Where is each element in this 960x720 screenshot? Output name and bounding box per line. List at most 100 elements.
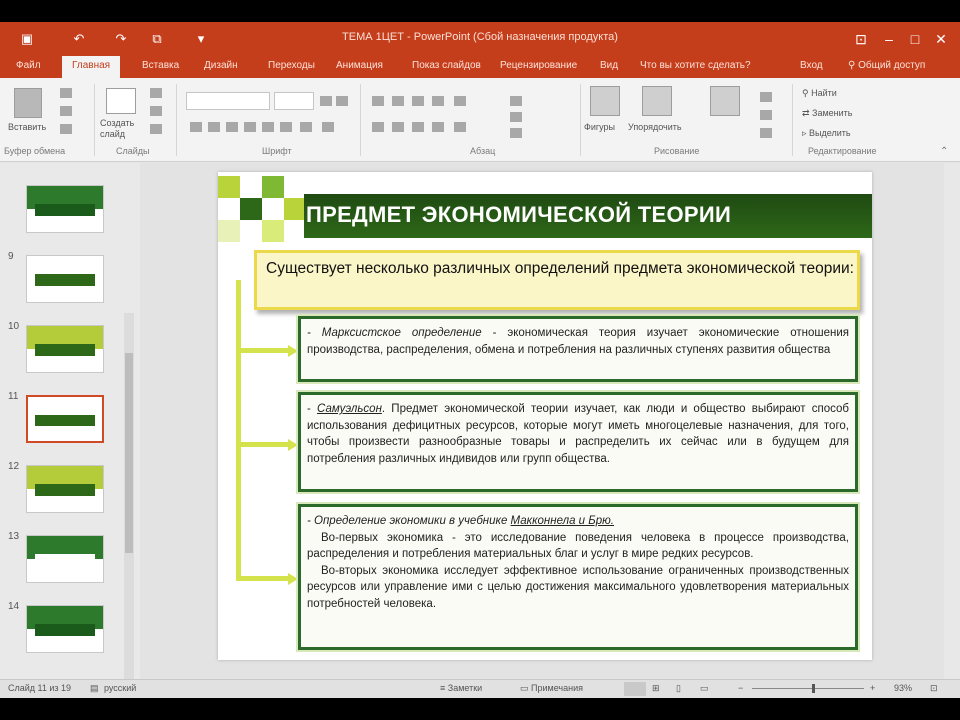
arrange-icon[interactable] (642, 86, 672, 116)
replace-button[interactable]: ⇄ Заменить (802, 108, 853, 119)
smartart-icon[interactable] (510, 128, 522, 138)
tab-file[interactable]: Файл (16, 60, 41, 71)
notes-button[interactable]: ≡ Заметки (440, 683, 482, 693)
zoom-level[interactable]: 93% (894, 683, 912, 693)
shapes-icon[interactable] (590, 86, 620, 116)
paste-icon[interactable] (14, 88, 42, 118)
tab-insert[interactable]: Вставка (142, 60, 179, 71)
section-icon[interactable] (150, 124, 162, 134)
zoom-out-icon[interactable]: − (738, 683, 743, 693)
font-size-box[interactable] (274, 92, 314, 110)
thumbnails-scrollbar[interactable] (124, 313, 134, 693)
maximize-icon[interactable]: □ (902, 28, 928, 50)
paste-button-label: Вставить (8, 122, 47, 132)
close-icon[interactable]: ✕ (928, 28, 954, 50)
reset-icon[interactable] (150, 106, 162, 116)
comments-button[interactable]: ▭ Примечания (520, 683, 583, 694)
select-icon: ▹ (802, 128, 810, 138)
thumbnail-band (34, 204, 96, 216)
slide-11[interactable]: ПРЕДМЕТ ЭКОНОМИЧЕСКОЙ ТЕОРИИ Существует … (218, 172, 872, 660)
layout-icon[interactable] (150, 88, 162, 98)
tab-transitions[interactable]: Переходы (268, 60, 315, 71)
title-bar: ▣ ↶ ↷ ⧉ ▾ ТЕМА 1ЦЕТ - PowerPoint (Сбой н… (0, 22, 960, 56)
align-left-icon[interactable] (372, 122, 384, 132)
canvas-scrollbar[interactable] (944, 163, 960, 679)
slide-thumbnail[interactable] (26, 465, 104, 513)
bullets-icon[interactable] (372, 96, 384, 106)
decrease-font-icon[interactable] (336, 96, 348, 106)
select-button[interactable]: ▹ Выделить (802, 128, 851, 139)
language-indicator[interactable]: русский (104, 683, 136, 693)
definition-box-marxist[interactable]: - Марксистское определение - экономическ… (298, 316, 858, 382)
find-button[interactable]: ⚲ Найти (802, 88, 837, 99)
shadow-icon[interactable] (262, 122, 274, 132)
tell-me-search[interactable]: Что вы хотите сделать? (640, 60, 751, 71)
ribbon-display-icon[interactable]: ⊡ (848, 28, 874, 50)
quick-styles-icon[interactable] (710, 86, 740, 116)
spacing-icon[interactable] (280, 122, 292, 132)
definition-box-mcconnell[interactable]: - Определение экономики в учебнике Макко… (298, 504, 858, 650)
underline-icon[interactable] (226, 122, 238, 132)
fit-slide-icon[interactable]: ⊡ (930, 683, 938, 694)
font-name-box[interactable] (186, 92, 270, 110)
decor-square (218, 220, 240, 242)
italic-icon[interactable] (208, 122, 220, 132)
align-text-icon[interactable] (510, 112, 522, 122)
spellcheck-icon[interactable]: ▤ (90, 683, 99, 694)
slide-sorter-icon[interactable]: ⊞ (652, 683, 660, 694)
slideshow-view-icon[interactable]: ▭ (700, 683, 709, 694)
font-color-icon[interactable] (322, 122, 334, 132)
group-editing: Редактирование (808, 146, 877, 156)
minimize-icon[interactable]: – (876, 28, 902, 50)
ribbon-tabs: Файл Главная Вставка Дизайн Переходы Ани… (0, 56, 960, 78)
shape-fill-icon[interactable] (760, 92, 772, 102)
indent-decrease-icon[interactable] (412, 96, 424, 106)
tab-animations[interactable]: Анимация (336, 60, 383, 71)
reading-view-icon[interactable]: ▯ (676, 683, 681, 694)
slide-thumbnail[interactable] (26, 185, 104, 233)
copy-icon[interactable] (60, 106, 72, 116)
collapse-ribbon-icon[interactable]: ⌃ (940, 146, 948, 157)
definition-text-marxist: - Марксистское определение - экономическ… (301, 325, 855, 358)
shape-effects-icon[interactable] (760, 128, 772, 138)
slide-thumbnail[interactable] (26, 325, 104, 373)
new-slide-icon[interactable] (106, 88, 136, 114)
case-icon[interactable] (300, 122, 312, 132)
align-right-icon[interactable] (412, 122, 424, 132)
decor-square (218, 176, 240, 198)
slide-thumbnail[interactable] (26, 535, 104, 583)
definition-box-samuelson[interactable]: - Самуэльсон. Предмет экономической теор… (298, 392, 858, 492)
tab-view[interactable]: Вид (600, 60, 618, 71)
intro-text[interactable]: Существует несколько различных определен… (262, 258, 858, 279)
tab-signin[interactable]: Вход (800, 60, 823, 71)
slide-thumbnail[interactable] (26, 255, 104, 303)
slide-thumbnail[interactable] (26, 395, 104, 443)
line-spacing-icon[interactable] (454, 96, 466, 106)
thumbnails-scroll-thumb[interactable] (125, 353, 133, 553)
zoom-slider-handle[interactable] (812, 684, 815, 693)
tab-review[interactable]: Рецензирование (500, 60, 577, 71)
format-painter-icon[interactable] (60, 124, 72, 134)
text-direction-icon[interactable] (510, 96, 522, 106)
zoom-slider[interactable] (752, 688, 864, 689)
normal-view-icon[interactable] (624, 682, 646, 696)
zoom-in-icon[interactable]: + (870, 683, 875, 693)
slide-thumbnail[interactable] (26, 605, 104, 653)
numbering-icon[interactable] (392, 96, 404, 106)
tab-slideshow[interactable]: Показ слайдов (412, 60, 481, 71)
strikethrough-icon[interactable] (244, 122, 256, 132)
slide-title[interactable]: ПРЕДМЕТ ЭКОНОМИЧЕСКОЙ ТЕОРИИ (306, 202, 731, 228)
window-title: ТЕМА 1ЦЕТ - PowerPoint (Сбой назначения … (342, 31, 618, 43)
align-center-icon[interactable] (392, 122, 404, 132)
tab-design[interactable]: Дизайн (204, 60, 238, 71)
shape-outline-icon[interactable] (760, 110, 772, 120)
ribbon-separator (94, 84, 95, 156)
increase-font-icon[interactable] (320, 96, 332, 106)
tab-home[interactable]: Главная (62, 56, 121, 78)
share-button[interactable]: ⚲ Общий доступ (848, 60, 925, 71)
justify-icon[interactable] (432, 122, 444, 132)
columns-icon[interactable] (454, 122, 466, 132)
cut-icon[interactable] (60, 88, 72, 98)
bold-icon[interactable] (190, 122, 202, 132)
indent-increase-icon[interactable] (432, 96, 444, 106)
